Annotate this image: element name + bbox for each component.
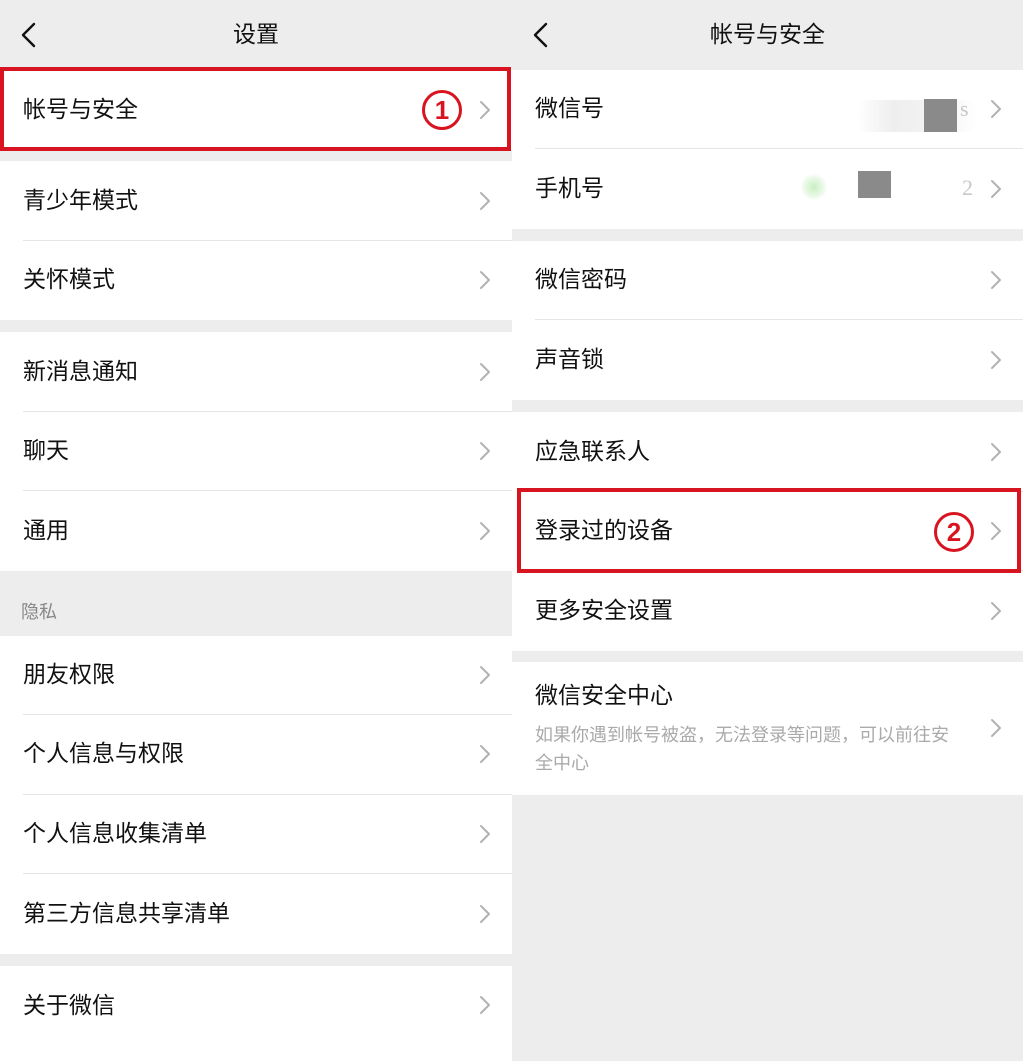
settings-item-third-party-sharing-list[interactable]: 第三方信息共享清单: [0, 874, 512, 954]
chevron-right-icon: [480, 101, 490, 119]
masked-value: [801, 174, 827, 200]
chevron-right-icon: [991, 443, 1001, 461]
account-item-label: 微信密码: [535, 267, 627, 293]
account-item-label: 声音锁: [535, 347, 604, 373]
chevron-right-icon: [991, 602, 1001, 620]
account-item-security-center[interactable]: 微信安全中心 如果你遇到帐号被盗，无法登录等问题，可以前往安全中心: [512, 662, 1023, 795]
settings-item-label: 聊天: [23, 438, 69, 464]
settings-item-label: 个人信息收集清单: [23, 821, 207, 847]
account-security-panel: 帐号与安全 微信号 s 手机号 2 微信密码 声音锁 应急联系人 登录过的设备 …: [512, 0, 1023, 1061]
annotation-badge-1: 1: [422, 90, 462, 130]
chevron-right-icon: [991, 180, 1001, 198]
chevron-right-icon: [991, 100, 1001, 118]
account-item-label: 应急联系人: [535, 439, 650, 465]
account-item-label: 登录过的设备: [535, 518, 673, 544]
privacy-section-label: 隐私: [21, 602, 57, 623]
chevron-right-icon: [480, 522, 490, 540]
account-item-phone-number[interactable]: 手机号 2: [512, 149, 1023, 229]
masked-value: [857, 100, 977, 132]
chevron-right-icon: [480, 666, 490, 684]
masked-value-char: 2: [962, 175, 973, 200]
account-security-header: 帐号与安全: [512, 0, 1023, 70]
account-item-wechat-id[interactable]: 微信号 s: [512, 70, 1023, 149]
chevron-right-icon: [480, 363, 490, 381]
chevron-right-icon: [991, 522, 1001, 540]
account-item-password[interactable]: 微信密码: [512, 241, 1023, 320]
mask-box: [924, 99, 957, 132]
page-title: 设置: [233, 22, 279, 48]
chevron-right-icon: [480, 745, 490, 763]
settings-item-label: 新消息通知: [23, 359, 138, 385]
settings-header: 设置: [0, 0, 512, 70]
mask-box: [858, 171, 891, 198]
annotation-badge-2: 2: [934, 512, 974, 552]
settings-item-general[interactable]: 通用: [0, 491, 512, 571]
settings-item-care-mode[interactable]: 关怀模式: [0, 241, 512, 320]
account-item-label: 手机号: [535, 176, 604, 202]
chevron-right-icon: [480, 905, 490, 923]
settings-item-label: 青少年模式: [23, 188, 138, 214]
chevron-right-icon: [991, 719, 1001, 737]
settings-item-youth-mode[interactable]: 青少年模式: [0, 161, 512, 241]
settings-item-chat[interactable]: 聊天: [0, 412, 512, 491]
settings-item-label: 帐号与安全: [23, 97, 138, 123]
settings-item-friend-permissions[interactable]: 朋友权限: [0, 636, 512, 715]
account-item-label: 微信号: [535, 96, 604, 122]
security-center-description: 如果你遇到帐号被盗，无法登录等问题，可以前往安全中心: [535, 725, 949, 774]
account-item-voice-lock[interactable]: 声音锁: [512, 320, 1023, 400]
settings-item-notifications[interactable]: 新消息通知: [0, 332, 512, 412]
settings-item-label: 关于微信: [23, 993, 115, 1019]
settings-item-about-wechat[interactable]: 关于微信: [0, 966, 512, 1061]
settings-item-label: 个人信息与权限: [23, 741, 184, 767]
settings-item-label: 第三方信息共享清单: [23, 901, 230, 927]
settings-item-label: 关怀模式: [23, 267, 115, 293]
settings-panel: 设置 帐号与安全 青少年模式 关怀模式 新消息通知 聊天 通用 隐私 朋友权限 …: [0, 0, 512, 1061]
settings-item-info-collection-list[interactable]: 个人信息收集清单: [0, 795, 512, 874]
chevron-right-icon: [991, 351, 1001, 369]
settings-item-label: 朋友权限: [23, 662, 115, 688]
account-item-emergency-contacts[interactable]: 应急联系人: [512, 412, 1023, 492]
account-item-more-security-settings[interactable]: 更多安全设置: [512, 571, 1023, 651]
chevron-right-icon: [480, 996, 490, 1014]
account-item-label: 微信安全中心: [535, 683, 673, 709]
account-item-label: 更多安全设置: [535, 598, 673, 624]
chevron-right-icon: [480, 825, 490, 843]
chevron-right-icon: [480, 271, 490, 289]
chevron-right-icon: [991, 271, 1001, 289]
page-title: 帐号与安全: [710, 22, 825, 48]
chevron-right-icon: [480, 442, 490, 460]
settings-item-personal-info-permissions[interactable]: 个人信息与权限: [0, 715, 512, 795]
settings-item-label: 通用: [23, 518, 69, 544]
chevron-right-icon: [480, 192, 490, 210]
masked-value-char: s: [960, 96, 969, 121]
